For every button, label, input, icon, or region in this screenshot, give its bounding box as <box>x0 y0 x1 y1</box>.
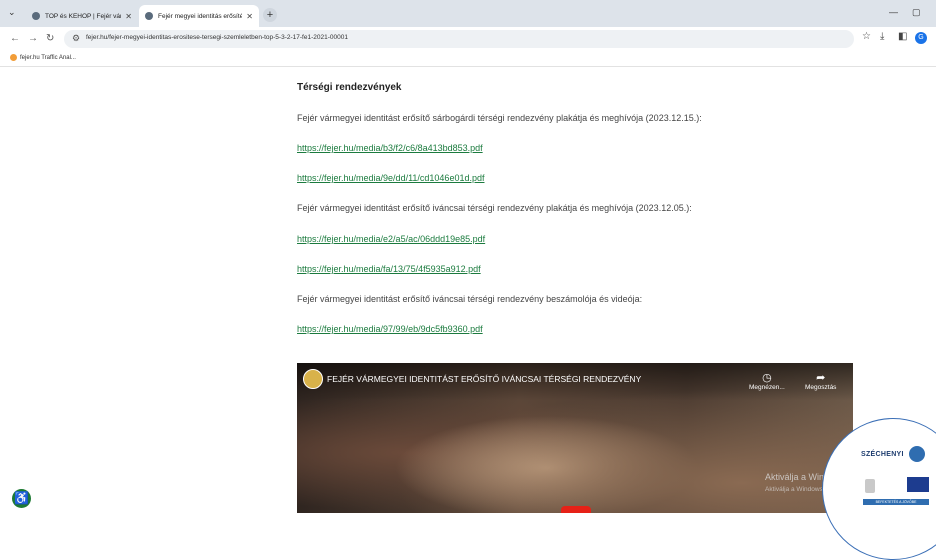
event-description-sarbogard: Fejér vármegyei identitást erősítő sárbo… <box>297 113 702 123</box>
video-title[interactable]: FEJÉR VÁRMEGYEI IDENTITÁST ERŐSÍTŐ IVÁNC… <box>327 374 641 384</box>
forward-arrow-icon[interactable]: → <box>28 33 38 44</box>
address-bar[interactable]: ⚙ fejer.hu/fejer-megyei-identitas-erosit… <box>64 30 854 48</box>
back-arrow-icon[interactable]: ← <box>10 33 20 44</box>
pdf-link[interactable]: https://fejer.hu/media/b3/f2/c6/8a413bd8… <box>297 143 483 153</box>
play-button[interactable] <box>561 506 591 513</box>
watch-later-label: Megnézen... <box>749 384 785 391</box>
close-icon[interactable]: ✕ <box>246 12 253 21</box>
tab-top-kehop[interactable]: TOP és KEHOP | Fejér vármegy ✕ <box>26 5 138 27</box>
side-panel-icon[interactable]: ◧ <box>898 31 907 42</box>
tab-strip: ⌄ TOP és KEHOP | Fejér vármegy ✕ Fejér m… <box>0 0 936 27</box>
clock-icon: ◷ <box>762 372 772 384</box>
profile-avatar[interactable]: G <box>915 32 927 44</box>
tab-title: TOP és KEHOP | Fejér vármegy <box>45 12 122 20</box>
tab-identitas[interactable]: Fejér megyei identitás erősítés ✕ <box>139 5 259 27</box>
globe-icon <box>145 12 153 20</box>
tab-title: Fejér megyei identitás erősítés <box>158 12 243 20</box>
channel-avatar[interactable] <box>303 369 323 389</box>
browser-toolbar: ← → ↻ ⚙ fejer.hu/fejer-megyei-identitas-… <box>0 27 936 51</box>
section-heading: Térségi rendezvények <box>297 82 402 93</box>
star-icon[interactable]: ☆ <box>862 31 871 42</box>
new-tab-plus-icon[interactable]: + <box>263 8 277 22</box>
globe-icon <box>32 12 40 20</box>
szechenyi-2020-icon <box>909 446 925 462</box>
szechenyi-title: SZÉCHENYI <box>861 451 904 458</box>
restore-icon[interactable]: ▢ <box>912 7 921 18</box>
tab-search-chevron-down-icon[interactable]: ⌄ <box>8 7 16 18</box>
watch-later-button[interactable]: ◷ Megnézen... <box>749 371 785 391</box>
event-report-ivancsa: Fejér vármegyei identitást erősítő ivánc… <box>297 294 643 304</box>
szechenyi-banner: BEFEKTETÉS A JÖVŐBE <box>863 499 929 505</box>
accessibility-icon[interactable]: ♿ <box>12 489 31 508</box>
url-text: fejer.hu/fejer-megyei-identitas-erosites… <box>86 34 348 41</box>
share-arrow-icon: ➦ <box>816 372 826 384</box>
bookmark-label: fejer.hu Traffic Anal... <box>20 54 76 61</box>
pdf-link[interactable]: https://fejer.hu/media/e2/a5/ac/06ddd19e… <box>297 234 485 244</box>
event-description-ivancsa: Fejér vármegyei identitást erősítő ivánc… <box>297 203 692 213</box>
bookmarks-bar: fejer.hu Traffic Anal... <box>0 51 936 67</box>
share-button[interactable]: ➦ Megosztás <box>805 371 836 391</box>
site-settings-icon[interactable]: ⚙ <box>72 33 80 44</box>
pdf-link[interactable]: https://fejer.hu/media/fa/13/75/4f5935a9… <box>297 264 481 274</box>
pdf-link[interactable]: https://fejer.hu/media/9e/dd/11/cd1046e0… <box>297 173 484 183</box>
share-label: Megosztás <box>805 384 837 391</box>
hungary-coat-of-arms-icon <box>865 479 875 493</box>
pdf-link[interactable]: https://fejer.hu/media/97/99/eb/9dc5fb93… <box>297 324 483 334</box>
analytics-icon <box>10 54 17 61</box>
reload-icon[interactable]: ↻ <box>46 33 54 44</box>
close-icon[interactable]: ✕ <box>125 12 132 21</box>
minimize-icon[interactable]: — <box>889 7 898 17</box>
eu-flag-icon <box>907 477 929 492</box>
bookmark-traffic-analytics[interactable]: fejer.hu Traffic Anal... <box>10 54 76 61</box>
download-icon[interactable]: ⤓ <box>880 31 884 42</box>
